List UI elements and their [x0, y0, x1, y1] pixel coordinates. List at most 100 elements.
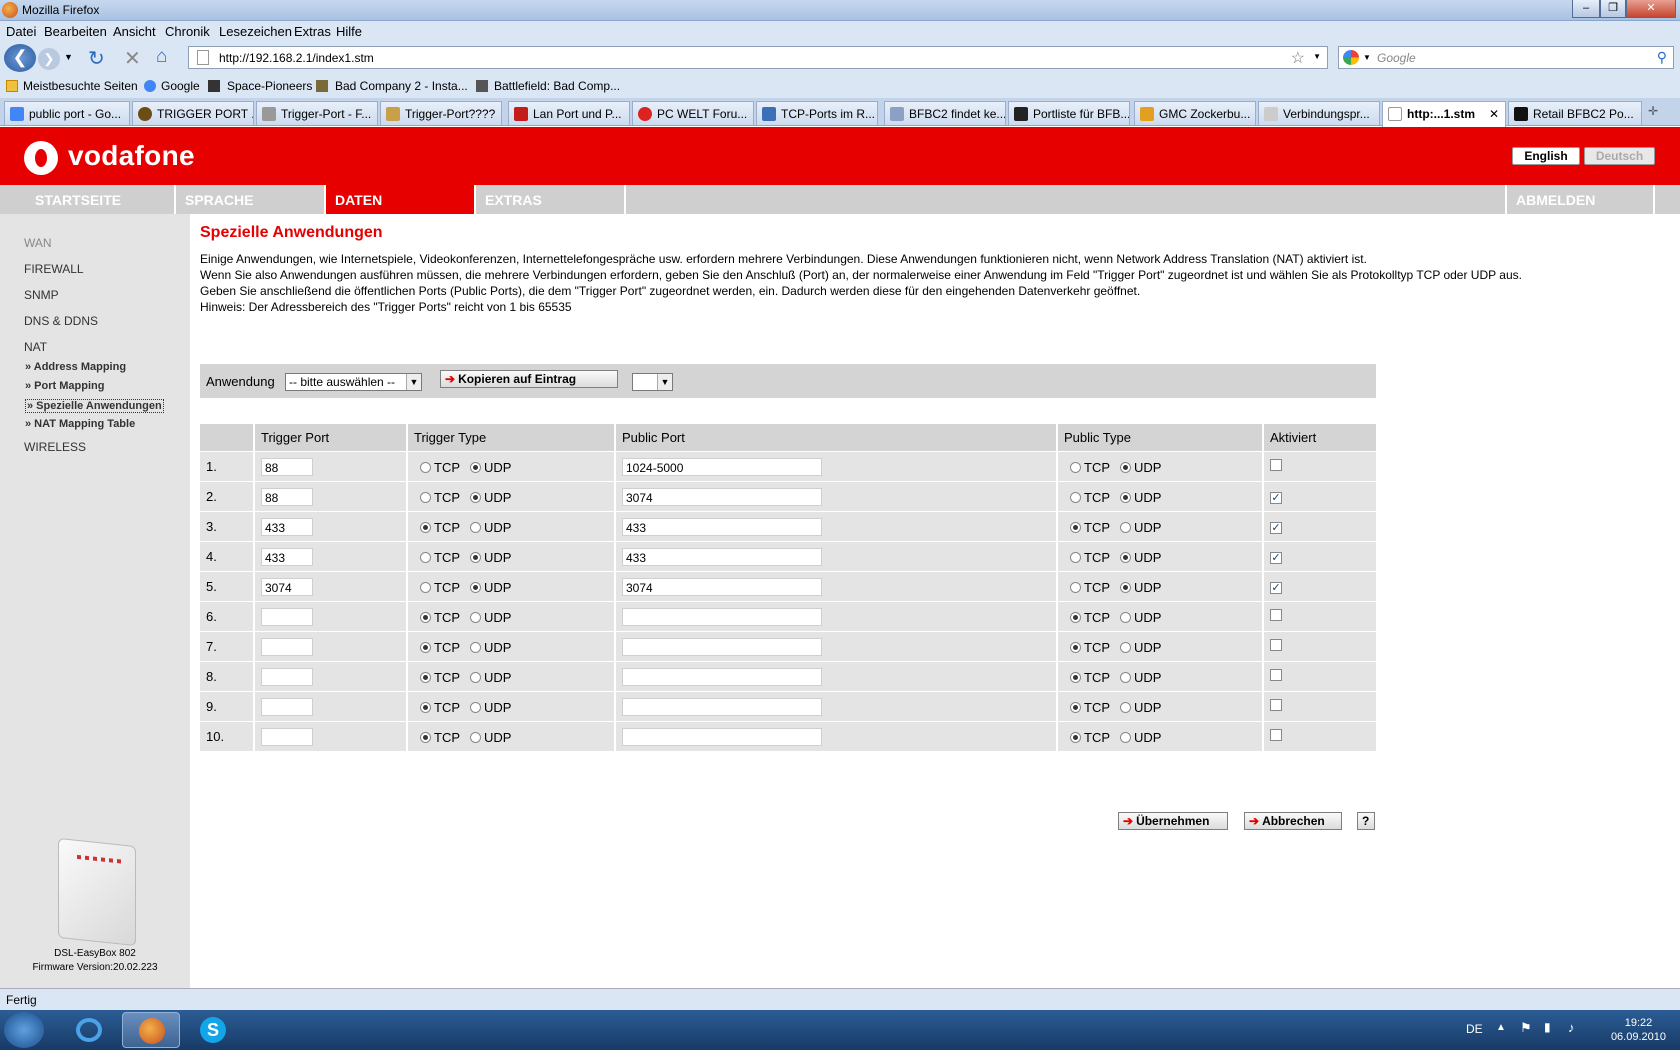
url-bar[interactable]: http://192.168.2.1/index1.stm ☆ ▼ — [188, 46, 1328, 69]
nav-startseite[interactable]: STARTSEITE — [20, 185, 176, 214]
public-type-tcp-radio[interactable] — [1070, 461, 1081, 473]
public-port-input[interactable]: 3074 — [622, 577, 822, 596]
public-type-tcp-radio[interactable] — [1070, 641, 1081, 653]
history-dropdown-icon[interactable]: ▼ — [64, 52, 73, 62]
public-type-tcp-radio[interactable] — [1070, 671, 1081, 683]
home-icon[interactable]: ⌂ — [156, 46, 167, 68]
sidebar-subitem-nat-table[interactable]: » NAT Mapping Table — [25, 418, 135, 430]
menu-tools[interactable]: Extras — [294, 24, 331, 39]
trigger-type-udp-radio[interactable] — [470, 551, 481, 563]
trigger-port-input[interactable]: 3074 — [261, 577, 313, 596]
public-type-tcp-radio[interactable] — [1070, 491, 1081, 503]
trigger-type-tcp-radio[interactable] — [420, 701, 431, 713]
tab-4[interactable]: Trigger-Port???? — [380, 101, 502, 125]
menu-help[interactable]: Hilfe — [336, 24, 362, 39]
help-button[interactable]: ? — [1357, 812, 1375, 830]
activated-checkbox[interactable]: ✓ — [1270, 552, 1282, 564]
close-tab-icon[interactable]: ✕ — [1489, 107, 1499, 121]
public-type-udp-radio[interactable] — [1120, 461, 1131, 473]
trigger-type-udp-radio[interactable] — [470, 521, 481, 533]
sidebar-item-wan[interactable]: WAN — [24, 236, 52, 250]
english-button[interactable]: English — [1512, 147, 1580, 165]
nav-sprache[interactable]: SPRACHE — [176, 185, 326, 214]
minimize-button[interactable]: – — [1572, 0, 1600, 18]
stop-icon[interactable]: ✕ — [124, 46, 141, 71]
activated-checkbox[interactable] — [1270, 609, 1282, 621]
ie-taskbar-icon[interactable] — [60, 1012, 118, 1048]
trigger-port-input[interactable] — [261, 667, 313, 686]
apply-button[interactable]: ➔ Übernehmen — [1118, 812, 1228, 830]
public-type-udp-radio[interactable] — [1120, 491, 1131, 503]
public-type-tcp-radio[interactable] — [1070, 551, 1081, 563]
trigger-port-input[interactable]: 433 — [261, 547, 313, 566]
public-port-input[interactable]: 3074 — [622, 487, 822, 506]
search-engine-dropdown-icon[interactable]: ▼ — [1363, 53, 1371, 62]
activated-checkbox[interactable] — [1270, 729, 1282, 741]
public-port-input[interactable]: 433 — [622, 547, 822, 566]
activated-checkbox[interactable]: ✓ — [1270, 582, 1282, 594]
public-port-input[interactable] — [622, 667, 822, 686]
sidebar-item-nat[interactable]: NAT — [24, 340, 47, 354]
sidebar-item-firewall[interactable]: FIREWALL — [24, 262, 84, 276]
nav-daten[interactable]: DATEN — [326, 185, 476, 214]
trigger-port-input[interactable] — [261, 697, 313, 716]
trigger-port-input[interactable] — [261, 727, 313, 746]
tab-9[interactable]: Portliste für BFB... — [1008, 101, 1130, 125]
public-type-udp-radio[interactable] — [1120, 701, 1131, 713]
sidebar-item-dns[interactable]: DNS & DDNS — [24, 314, 98, 328]
public-port-input[interactable] — [622, 637, 822, 656]
nav-abmelden[interactable]: ABMELDEN — [1505, 185, 1655, 214]
system-clock[interactable]: 19:22 06.09.2010 — [1611, 1016, 1666, 1044]
tab-12-active[interactable]: http:...1.stm ✕ — [1382, 101, 1506, 127]
firefox-taskbar-icon[interactable] — [122, 1012, 180, 1048]
public-type-tcp-radio[interactable] — [1070, 521, 1081, 533]
trigger-type-tcp-radio[interactable] — [420, 521, 431, 533]
list-all-tabs-icon[interactable]: ✛ — [1648, 104, 1658, 118]
public-port-input[interactable]: 433 — [622, 517, 822, 536]
tab-3[interactable]: Trigger-Port - F... — [256, 101, 378, 125]
tab-10[interactable]: GMC Zockerbu... — [1134, 101, 1256, 125]
activated-checkbox[interactable]: ✓ — [1270, 492, 1282, 504]
sidebar-subitem-address-mapping[interactable]: » Address Mapping — [25, 361, 126, 373]
search-box[interactable]: ▼ Google ⚲ — [1338, 46, 1674, 69]
trigger-type-udp-radio[interactable] — [470, 671, 481, 683]
public-type-tcp-radio[interactable] — [1070, 611, 1081, 623]
trigger-port-input[interactable]: 88 — [261, 487, 313, 506]
tab-5[interactable]: Lan Port und P... — [508, 101, 630, 125]
bookmark-star-icon[interactable]: ☆ — [1291, 48, 1305, 68]
public-type-udp-radio[interactable] — [1120, 611, 1131, 623]
activated-checkbox[interactable] — [1270, 459, 1282, 471]
menu-view[interactable]: Ansicht — [113, 24, 156, 39]
trigger-type-udp-radio[interactable] — [470, 491, 481, 503]
sidebar-item-snmp[interactable]: SNMP — [24, 288, 59, 302]
cancel-button[interactable]: ➔ Abbrechen — [1244, 812, 1342, 830]
public-port-input[interactable] — [622, 607, 822, 626]
public-type-udp-radio[interactable] — [1120, 731, 1131, 743]
action-center-flag-icon[interactable]: ⚑ — [1520, 1020, 1532, 1036]
tab-7[interactable]: TCP-Ports im R... — [756, 101, 878, 125]
activated-checkbox[interactable] — [1270, 639, 1282, 651]
maximize-button[interactable]: ❐ — [1600, 0, 1626, 18]
search-icon[interactable]: ⚲ — [1657, 49, 1667, 66]
trigger-type-udp-radio[interactable] — [470, 581, 481, 593]
trigger-type-udp-radio[interactable] — [470, 731, 481, 743]
public-type-udp-radio[interactable] — [1120, 581, 1131, 593]
trigger-type-tcp-radio[interactable] — [420, 641, 431, 653]
google-icon[interactable] — [1343, 50, 1359, 65]
trigger-type-tcp-radio[interactable] — [420, 551, 431, 563]
forward-button[interactable]: ❯ — [38, 48, 60, 70]
network-icon[interactable]: ▮ — [1544, 1020, 1551, 1034]
application-select[interactable]: -- bitte auswählen -- ▼ — [285, 373, 422, 391]
trigger-type-udp-radio[interactable] — [470, 701, 481, 713]
public-type-udp-radio[interactable] — [1120, 521, 1131, 533]
menu-history[interactable]: Chronik — [165, 24, 210, 39]
bookmark-battlefield[interactable]: Battlefield: Bad Comp... — [494, 79, 620, 93]
trigger-port-input[interactable]: 88 — [261, 457, 313, 476]
start-button-icon[interactable] — [4, 1012, 44, 1048]
public-type-tcp-radio[interactable] — [1070, 731, 1081, 743]
tab-2[interactable]: TRIGGER PORT ... — [132, 101, 254, 125]
menu-file[interactable]: Datei — [6, 24, 36, 39]
bookmark-most-visited[interactable]: Meistbesuchte Seiten — [23, 79, 138, 93]
sidebar-item-wireless[interactable]: WIRELESS — [24, 440, 86, 454]
tab-11[interactable]: Verbindungspr... — [1258, 101, 1380, 125]
